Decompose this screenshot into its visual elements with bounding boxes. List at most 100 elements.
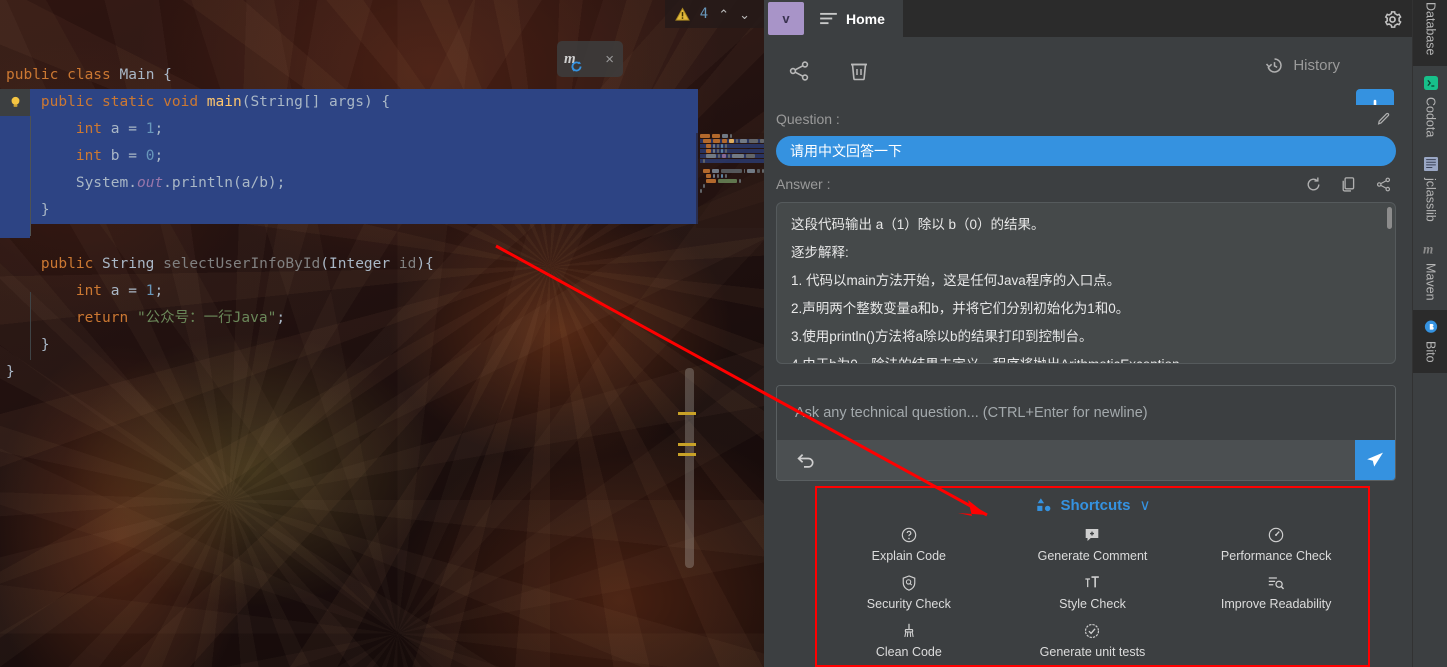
- minimap-token: [712, 174, 715, 178]
- answer-box[interactable]: 这段代码输出 a（1）除以 b（0）的结果。 逐步解释: 1. 代码以main方法开…: [776, 202, 1396, 364]
- code-line[interactable]: int a = 1;: [0, 116, 698, 143]
- shortcut-clean-code[interactable]: Clean Code: [817, 616, 1001, 664]
- minimap-token: [749, 139, 759, 143]
- share-icon[interactable]: [784, 56, 814, 86]
- code-token: {: [163, 67, 172, 83]
- minimap-token: [717, 154, 720, 158]
- shortcut-label: Improve Readability: [1220, 597, 1332, 611]
- tool-window-database[interactable]: Database: [1413, 0, 1447, 66]
- shortcut-generate-comment[interactable]: Generate Comment: [1001, 520, 1185, 568]
- minimap-token: [716, 174, 719, 178]
- avatar[interactable]: v: [764, 0, 808, 37]
- shortcut-performance-check[interactable]: Performance Check: [1184, 520, 1368, 568]
- tab-home[interactable]: Home: [808, 0, 903, 37]
- bito-icon: [1424, 320, 1438, 334]
- trash-icon[interactable]: [844, 56, 874, 86]
- code-content[interactable]: public class Main { public static void m…: [0, 62, 764, 386]
- question-label: Question :: [776, 111, 840, 127]
- shortcut-label: Clean Code: [875, 645, 942, 659]
- refresh-icon[interactable]: [1305, 176, 1322, 193]
- warning-triangle-icon: [674, 6, 690, 22]
- answer-paragraph: 逐步解释:: [791, 245, 849, 260]
- editor-scrollbar-thumb[interactable]: [685, 368, 694, 568]
- minimap-token: [716, 149, 719, 153]
- minimap-token: [712, 144, 715, 148]
- ask-composer: Ask any technical question... (CTRL+Ente…: [776, 385, 1396, 481]
- shortcut-style-check[interactable]: Style Check: [1001, 568, 1185, 616]
- share-icon[interactable]: [1375, 176, 1392, 193]
- scrollbar-warning-marker[interactable]: [678, 453, 696, 456]
- minimap-token: [722, 139, 728, 143]
- code-line[interactable]: int b = 0;: [0, 143, 698, 170]
- code-token: int: [75, 121, 111, 137]
- minimap-token: [716, 144, 719, 148]
- tool-window-bito[interactable]: Bito: [1413, 310, 1447, 373]
- code-token: out: [136, 175, 164, 191]
- scrollbar-warning-marker[interactable]: [678, 412, 696, 415]
- tab-home-label: Home: [846, 10, 885, 27]
- code-line[interactable]: System.out.println(a/b);: [0, 170, 698, 197]
- code-line[interactable]: }: [0, 197, 698, 224]
- editor-minimap[interactable]: [696, 133, 764, 228]
- code-token: ) {: [363, 94, 391, 110]
- minimap-token: [700, 134, 710, 138]
- shortcut-security-check[interactable]: Security Check: [817, 568, 1001, 616]
- shortcut-label: Style Check: [1059, 597, 1126, 611]
- next-problem-button[interactable]: ⌄: [739, 8, 750, 21]
- send-button[interactable]: [1355, 440, 1395, 480]
- minimap-token: [703, 159, 705, 163]
- copy-icon[interactable]: [1340, 176, 1357, 193]
- minimap-token: [724, 174, 727, 178]
- shortcuts-panel: Shortcuts ∨ Explain Code Generate Comment…: [815, 486, 1370, 667]
- tool-window-label: jclasslib: [1423, 177, 1438, 222]
- shortcut-generate-unit-tests[interactable]: Generate unit tests: [1001, 616, 1185, 664]
- code-line[interactable]: [0, 224, 764, 251]
- plugin-floating-chip[interactable]: m ×: [557, 41, 623, 77]
- history-button[interactable]: History: [1265, 56, 1340, 75]
- chevron-down-icon[interactable]: ∨: [1140, 496, 1151, 514]
- minimap-token: [761, 169, 764, 173]
- code-line[interactable]: return "公众号：一行Java";: [0, 305, 764, 332]
- scrollbar-warning-marker[interactable]: [678, 443, 696, 446]
- tool-window-jclasslib[interactable]: jclasslib: [1413, 147, 1447, 232]
- prev-problem-button[interactable]: ⌃: [718, 8, 729, 21]
- code-line[interactable]: }: [0, 359, 764, 386]
- gear-icon[interactable]: [1380, 7, 1404, 31]
- code-editor[interactable]: 4 ⌃ ⌄ m × public class Main {public sta…: [0, 0, 764, 667]
- shortcuts-header[interactable]: Shortcuts ∨: [817, 496, 1368, 514]
- code-line[interactable]: int a = 1;: [0, 278, 764, 305]
- tool-window-codota[interactable]: Codota: [1413, 66, 1447, 147]
- minimap-token: [724, 149, 727, 153]
- minimap-token: [703, 139, 711, 143]
- ask-input[interactable]: Ask any technical question... (CTRL+Ente…: [777, 386, 1395, 440]
- close-icon[interactable]: ×: [605, 52, 614, 67]
- send-paperplane-icon: [1365, 450, 1385, 470]
- intention-bulb-icon[interactable]: [0, 89, 30, 116]
- question-bubble[interactable]: 请用中文回答一下: [776, 136, 1396, 166]
- answer-scrollbar-thumb[interactable]: [1387, 207, 1392, 229]
- pencil-icon[interactable]: [1376, 111, 1392, 127]
- panel-toolbar: History: [764, 37, 1412, 127]
- code-token: =: [128, 148, 146, 164]
- shortcut-explain-code[interactable]: Explain Code: [817, 520, 1001, 568]
- tool-window-maven[interactable]: m Maven: [1413, 232, 1447, 311]
- code-token: a: [110, 121, 129, 137]
- shortcut-improve-readability[interactable]: Improve Readability: [1184, 568, 1368, 616]
- code-token: Main: [119, 67, 164, 83]
- shapes-icon: [1035, 497, 1052, 513]
- code-token: String: [250, 94, 303, 110]
- code-line[interactable]: public String selectUserInfoById(Integer…: [0, 251, 764, 278]
- code-token: System: [75, 175, 129, 191]
- minimap-token: [712, 139, 721, 143]
- minimap-token: [717, 179, 737, 183]
- minimap-token: [711, 134, 720, 138]
- answer-paragraph: 3.使用println()方法将a除以b的结果打印到控制台。: [791, 329, 1093, 344]
- code-token: selectUserInfoById: [163, 256, 321, 272]
- undo-arrow-icon[interactable]: [793, 447, 819, 473]
- codota-icon: [1423, 75, 1438, 90]
- code-line[interactable]: public class Main {: [0, 62, 764, 89]
- minimap-token: [706, 154, 716, 158]
- code-line[interactable]: public static void main(String[] args) {: [0, 89, 698, 116]
- code-line[interactable]: }: [0, 332, 764, 359]
- tool-window-label: Database: [1423, 2, 1438, 56]
